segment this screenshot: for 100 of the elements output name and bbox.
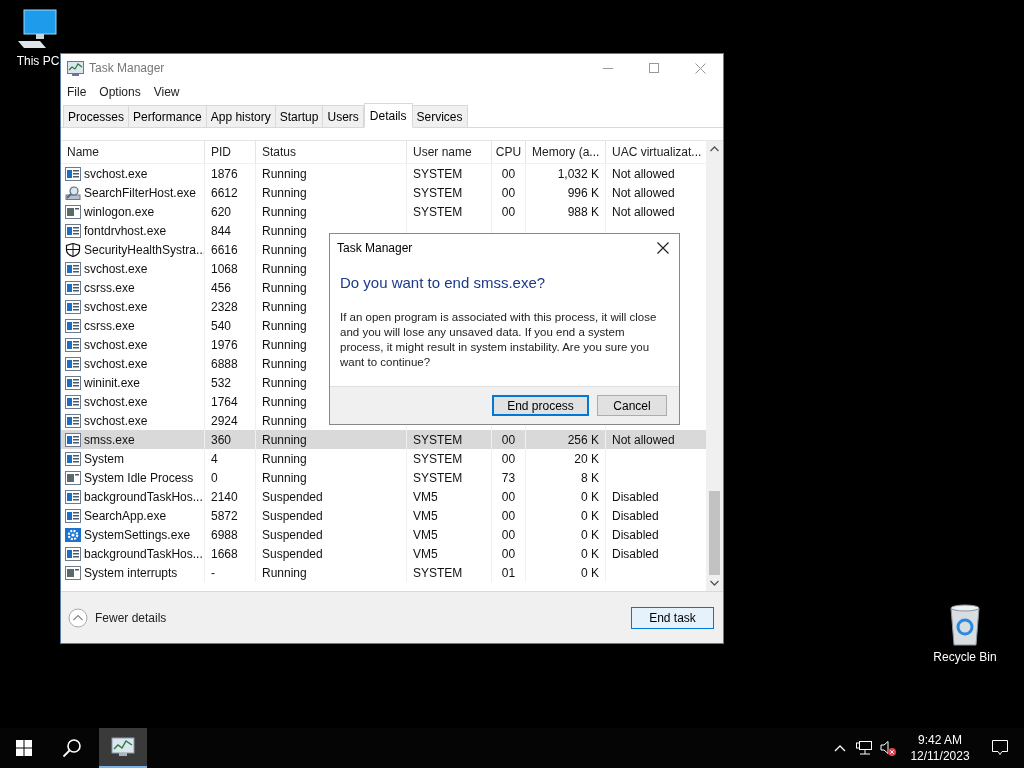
table-cell-text: Disabled bbox=[612, 545, 659, 563]
table-cell-text: Running bbox=[262, 564, 307, 582]
table-cell-text: Running bbox=[262, 469, 307, 487]
table-cell-text: 1668 bbox=[211, 545, 238, 563]
table-cell-text: fontdrvhost.exe bbox=[84, 222, 167, 240]
table-cell-text: svchost.exe bbox=[84, 412, 148, 430]
table-cell-text: Running bbox=[262, 412, 307, 430]
table-cell-text: 540 bbox=[211, 317, 232, 335]
table-cell-text: VM5 bbox=[413, 526, 438, 544]
table-cell-text: 1976 bbox=[211, 336, 238, 354]
table-cell-text: 0 bbox=[211, 469, 218, 487]
table-cell-text: SYSTEM bbox=[413, 431, 463, 449]
table-cell-text: SYSTEM bbox=[413, 184, 463, 202]
table-cell-text: Running bbox=[262, 374, 307, 392]
table-cell-text: Disabled bbox=[612, 526, 659, 544]
table-cell-text: 6612 bbox=[211, 184, 238, 202]
clock-time: 9:42 AM bbox=[918, 732, 962, 748]
table-cell-text: 6988 bbox=[211, 526, 238, 544]
table-cell-text: System Idle Process bbox=[84, 469, 194, 487]
table-cell-text: Running bbox=[262, 260, 307, 278]
table-cell-text: Suspended bbox=[262, 526, 323, 544]
table-cell-text: VM5 bbox=[413, 488, 438, 506]
table-cell-text: SearchApp.exe bbox=[84, 507, 167, 525]
table-cell-text: 0 K bbox=[581, 488, 599, 506]
table-cell-text: 00 bbox=[501, 488, 516, 506]
table-cell-text: smss.exe bbox=[84, 431, 135, 449]
table-cell-text: SYSTEM bbox=[413, 165, 463, 183]
table-cell-text: 73 bbox=[501, 469, 516, 487]
table-cell-text: Running bbox=[262, 450, 307, 468]
table-cell-text: 1764 bbox=[211, 393, 238, 411]
table-cell-text: 00 bbox=[501, 431, 516, 449]
table-cell-text: 00 bbox=[501, 203, 516, 221]
table-cell-text: VM5 bbox=[413, 507, 438, 525]
table-cell-text: 01 bbox=[501, 564, 516, 582]
table-cell-text: svchost.exe bbox=[84, 336, 148, 354]
clock-date: 12/11/2023 bbox=[910, 748, 970, 764]
table-cell-text: 20 K bbox=[574, 450, 599, 468]
table-cell-text: Suspended bbox=[262, 488, 323, 506]
desktop-icon-label: This PC bbox=[16, 53, 60, 70]
table-cell-text: svchost.exe bbox=[84, 260, 148, 278]
table-cell-text: 0 K bbox=[581, 507, 599, 525]
table-cell-text: backgroundTaskHos... bbox=[84, 545, 203, 563]
table-cell-text: svchost.exe bbox=[84, 393, 148, 411]
table-cell-text: Running bbox=[262, 203, 307, 221]
table-cell-text: svchost.exe bbox=[84, 355, 148, 373]
table-cell-text: 2328 bbox=[211, 298, 238, 316]
table-cell-text: Disabled bbox=[612, 507, 659, 525]
table-cell-text: 1876 bbox=[211, 165, 238, 183]
table-cell-text: csrss.exe bbox=[84, 317, 135, 335]
window-title: Task Manager bbox=[89, 60, 165, 77]
table-cell-text: 0 K bbox=[581, 564, 599, 582]
table-cell-text: Not allowed bbox=[612, 203, 675, 221]
table-cell-text: svchost.exe bbox=[84, 298, 148, 316]
table-cell-text: csrss.exe bbox=[84, 279, 135, 297]
table-cell-text: 2140 bbox=[211, 488, 238, 506]
table-cell-text: Running bbox=[262, 298, 307, 316]
table-cell-text: Not allowed bbox=[612, 165, 675, 183]
dialog-message: If an open program is associated with this process, it will close and you will lose any unsaved data. If you end a system process, it might result in system instability. Are you sure you want to continue? bbox=[340, 309, 658, 370]
table-cell-text: 1,032 K bbox=[557, 165, 599, 183]
table-cell-text: SYSTEM bbox=[413, 469, 463, 487]
table-cell-text: Not allowed bbox=[612, 184, 675, 202]
dialog-title: Task Manager bbox=[337, 239, 413, 257]
table-cell-text: 996 K bbox=[567, 184, 599, 202]
table-cell-text: Running bbox=[262, 393, 307, 411]
table-cell-text: backgroundTaskHos... bbox=[84, 488, 203, 506]
table-cell-text: Disabled bbox=[612, 488, 659, 506]
table-cell-text: System bbox=[84, 450, 124, 468]
table-cell-text: 2924 bbox=[211, 412, 238, 430]
table-cell-text: Suspended bbox=[262, 545, 323, 563]
table-cell-text: 00 bbox=[501, 450, 516, 468]
table-cell-text: Running bbox=[262, 222, 307, 240]
table-cell-text: Not allowed bbox=[612, 431, 675, 449]
table-cell-text: 00 bbox=[501, 545, 516, 563]
table-cell-text: 6888 bbox=[211, 355, 238, 373]
table-cell-text: Running bbox=[262, 431, 307, 449]
table-cell-text: SecurityHealthSystra... bbox=[84, 241, 207, 259]
table-cell-text: 620 bbox=[211, 203, 232, 221]
table-cell-text: SYSTEM bbox=[413, 450, 463, 468]
table-cell-text: 532 bbox=[211, 374, 232, 392]
table-cell-text: SearchFilterHost.exe bbox=[84, 184, 197, 202]
table-cell-text: 00 bbox=[501, 184, 516, 202]
table-cell-text: Running bbox=[262, 184, 307, 202]
table-cell-text: Suspended bbox=[262, 507, 323, 525]
table-cell-text: 988 K bbox=[567, 203, 599, 221]
table-cell-text: Running bbox=[262, 279, 307, 297]
table-cell-text: SYSTEM bbox=[413, 203, 463, 221]
table-cell-text: Running bbox=[262, 241, 307, 259]
table-cell-text: Running bbox=[262, 355, 307, 373]
table-cell-text: 256 K bbox=[567, 431, 599, 449]
table-cell-text: Running bbox=[262, 165, 307, 183]
table-cell-text: 0 K bbox=[581, 545, 599, 563]
table-cell-text: Running bbox=[262, 317, 307, 335]
table-cell-text: wininit.exe bbox=[84, 374, 141, 392]
table-cell-text: 00 bbox=[501, 507, 516, 525]
table-cell-text: winlogon.exe bbox=[84, 203, 155, 221]
table-cell-text: - bbox=[211, 564, 215, 582]
table-cell-text: 844 bbox=[211, 222, 232, 240]
table-cell-text: svchost.exe bbox=[84, 165, 148, 183]
table-cell-text: 1068 bbox=[211, 260, 238, 278]
table-cell-text: System interrupts bbox=[84, 564, 178, 582]
